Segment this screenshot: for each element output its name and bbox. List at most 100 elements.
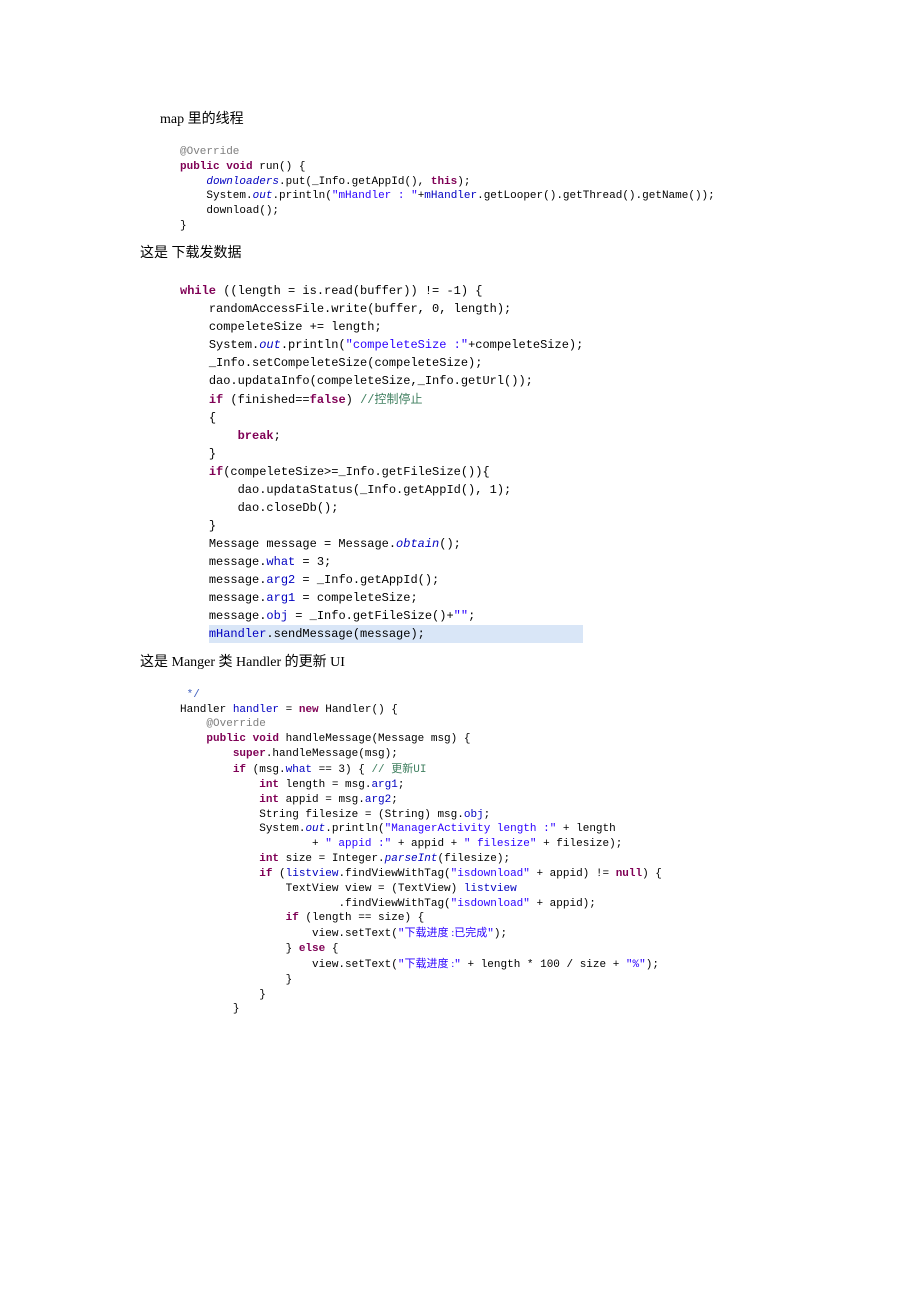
- kw: if: [209, 393, 223, 407]
- com: */: [180, 689, 200, 701]
- t: ((length = is.read(buffer)) != -1) {: [216, 284, 482, 298]
- t: +: [312, 838, 325, 850]
- kw: if: [286, 912, 299, 924]
- kw: int: [259, 853, 279, 865]
- t: }: [209, 519, 216, 533]
- str: 下载进度 :已完成: [404, 927, 487, 939]
- field: obj: [266, 609, 288, 623]
- t: = 3;: [295, 555, 331, 569]
- t: randomAccessFile.write(buffer, 0, length…: [209, 302, 511, 316]
- t: Handler: [180, 704, 233, 716]
- com: 更新: [391, 763, 413, 775]
- t: (: [272, 868, 285, 880]
- t: message.: [209, 609, 267, 623]
- t: view.setText(: [312, 928, 398, 940]
- t: .sendMessage(message);: [266, 627, 424, 641]
- str: " appid :": [325, 838, 391, 850]
- t: .println(: [281, 338, 346, 352]
- str: "isdownload": [451, 868, 530, 880]
- str: "isdownload": [451, 898, 530, 910]
- t: .println(: [325, 823, 384, 835]
- t: (length == size) {: [299, 912, 424, 924]
- t: Message message = Message.: [209, 537, 396, 551]
- kw: void: [226, 161, 252, 173]
- com: //: [360, 393, 374, 407]
- t: ;: [398, 779, 405, 791]
- t: ): [346, 393, 360, 407]
- field: arg2: [365, 794, 391, 806]
- kw: void: [253, 733, 279, 745]
- field: obj: [464, 809, 484, 821]
- str: "mHandler : ": [332, 190, 418, 202]
- t: message.: [209, 591, 267, 605]
- field: what: [266, 555, 295, 569]
- t: dao.closeDb();: [238, 501, 339, 515]
- kw: while: [180, 284, 216, 298]
- t: = _Info.getFileSize()+: [288, 609, 454, 623]
- t: message.: [209, 573, 267, 587]
- t: Handler() {: [319, 704, 398, 716]
- kw: if: [209, 465, 223, 479]
- kw: if: [233, 764, 246, 776]
- t: .handleMessage(msg);: [266, 748, 398, 760]
- t: .println(: [272, 190, 331, 202]
- annotation: @Override: [206, 718, 265, 730]
- t: =: [279, 704, 299, 716]
- heading-map-thread: map 里的线程: [160, 108, 770, 128]
- t: + appid);: [530, 898, 596, 910]
- t: view.setText(: [312, 959, 398, 971]
- t: ;: [391, 794, 398, 806]
- kw: int: [259, 794, 279, 806]
- t: dao.updataInfo(compeleteSize,_Info.getUr…: [209, 374, 533, 388]
- field: out: [253, 190, 273, 202]
- t: TextView view = (TextView): [286, 883, 464, 895]
- str: " filesize": [464, 838, 537, 850]
- t: + length: [556, 823, 615, 835]
- str: "": [454, 609, 468, 623]
- t: length = msg.: [279, 779, 371, 791]
- t: (filesize);: [437, 853, 510, 865]
- code-block-handler: */ Handler handler = new Handler() { @Ov…: [180, 673, 770, 1017]
- field: arg1: [266, 591, 295, 605]
- t: }: [259, 989, 266, 1001]
- t: compeleteSize += length;: [209, 320, 382, 334]
- field: out: [259, 338, 281, 352]
- t: System.: [206, 190, 252, 202]
- t: );: [457, 176, 470, 188]
- str: ": [454, 959, 461, 971]
- t: );: [494, 928, 507, 940]
- t: .getLooper().getThread().getName());: [477, 190, 715, 202]
- field: mHandler: [424, 190, 477, 202]
- kw: if: [259, 868, 272, 880]
- field: handler: [233, 704, 279, 716]
- static: parseInt: [385, 853, 438, 865]
- t: dao.updataStatus(_Info.getAppId(), 1);: [238, 483, 512, 497]
- code-block-run: @Override public void run() { downloader…: [180, 130, 770, 234]
- t: {: [325, 943, 338, 955]
- highlighted-line: mHandler.sendMessage(message);: [209, 625, 583, 643]
- field: arg1: [371, 779, 397, 791]
- field: listview: [286, 868, 339, 880]
- field: what: [286, 764, 312, 776]
- kw: this: [431, 176, 457, 188]
- heading-download-send: 这是 下载发数据: [140, 242, 770, 262]
- t: + filesize);: [537, 838, 623, 850]
- t: (compeleteSize>=_Info.getFileSize()){: [223, 465, 489, 479]
- kw: new: [299, 704, 319, 716]
- t: (finished==: [223, 393, 309, 407]
- t: == 3) {: [312, 764, 371, 776]
- t: {: [209, 411, 216, 425]
- t: (msg.: [246, 764, 286, 776]
- t: ;: [468, 609, 475, 623]
- t: System.: [209, 338, 259, 352]
- t: + appid) !=: [530, 868, 616, 880]
- t: +compeleteSize);: [468, 338, 583, 352]
- t: handleMessage(Message msg) {: [279, 733, 470, 745]
- kw: break: [238, 429, 274, 443]
- t: String filesize = (String) msg.: [259, 809, 464, 821]
- kw: public: [180, 161, 220, 173]
- t: }: [286, 974, 293, 986]
- field: out: [305, 823, 325, 835]
- t: }: [180, 220, 187, 232]
- str: "compeleteSize :": [346, 338, 468, 352]
